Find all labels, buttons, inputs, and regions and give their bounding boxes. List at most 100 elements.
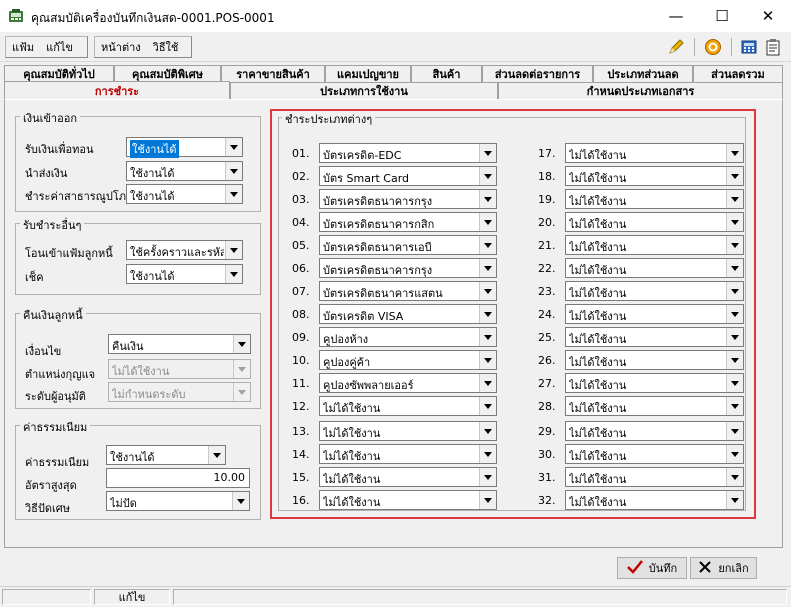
payment-type-select[interactable]: ไม่ได้ใช้งาน [565,421,744,441]
tab-product[interactable]: สินค้า [411,65,482,82]
tab-usage-type[interactable]: ประเภทการใช้งาน [230,82,498,100]
cheque-select[interactable]: ใช้งานได้ [126,264,243,284]
payment-type-select[interactable]: ไม่ได้ใช้งาน [565,396,744,416]
payment-type-value: ไม่ได้ใช้งาน [323,496,381,509]
payment-type-select[interactable]: ไม่ได้ใช้งาน [319,444,497,464]
payment-type-select[interactable]: ไม่ได้ใช้งาน [319,421,497,441]
payment-type-select[interactable]: คูปองซัพพลายเออร์ [319,373,497,393]
utility-payment-select[interactable]: ใช้งานได้ [126,184,243,204]
payment-type-number: 24. [538,308,556,321]
dropdown-arrow-icon [479,213,496,231]
pencil-icon[interactable] [665,37,687,57]
other-payment-group-title: รับชำระอื่นๆ [20,216,85,234]
remit-cash-label: นำส่งเงิน [25,167,68,180]
clipboard-icon[interactable] [762,37,784,57]
payment-type-select[interactable]: ไม่ได้ใช้งาน [565,490,744,510]
payment-type-number: 18. [538,170,556,183]
payment-type-select[interactable]: คูปองคู่ค้า [319,350,497,370]
payment-type-select[interactable]: ไม่ได้ใช้งาน [565,327,744,347]
rounding-label: วิธีปัดเศษ [25,502,71,515]
payment-type-select[interactable]: ไม่ได้ใช้งาน [565,189,744,209]
payment-type-number: 20. [538,216,556,229]
checkmark-icon [626,559,643,577]
payment-type-select[interactable]: ไม่ได้ใช้งาน [319,467,497,487]
payment-type-select[interactable]: ไม่ได้ใช้งาน [565,350,744,370]
payment-type-number: 17. [538,147,556,160]
payment-type-select[interactable]: ไม่ได้ใช้งาน [565,166,744,186]
payment-type-value: ไม่ได้ใช้งาน [323,427,381,440]
payment-type-select[interactable]: บัตรเครดิตธนาคารกรุง [319,258,497,278]
close-button[interactable]: ✕ [745,0,791,32]
deposit-for-change-select[interactable]: ใช้งานได้ [126,137,243,158]
cheque-label: เช็ค [25,271,44,284]
approver-level-select: ไม่กำหนดระดับ [108,382,251,402]
tab-campaign[interactable]: แคมเปญขาย [325,65,411,82]
dropdown-arrow-icon [726,213,743,231]
payment-type-select[interactable]: ไม่ได้ใช้งาน [565,281,744,301]
payment-type-select[interactable]: ไม่ได้ใช้งาน [565,304,744,324]
payment-type-select[interactable]: ไม่ได้ใช้งาน [565,373,744,393]
tab-sale-price[interactable]: ราคาขายสินค้า [221,65,325,82]
debtor-transfer-select[interactable]: ใช้ครั้งคราวและรหัสถูก [126,240,243,260]
tab-item-discount[interactable]: ส่วนลดต่อรายการ [482,65,593,82]
payment-type-number: 09. [292,331,310,344]
menu-edit[interactable]: แก้ไข [40,38,79,56]
save-button-label: บันทึก [648,562,678,575]
dropdown-arrow-icon [479,422,496,440]
save-button[interactable]: บันทึก [617,557,687,579]
dropdown-arrow-icon [225,241,242,259]
menu-window[interactable]: หน้าต่าง [95,38,147,56]
max-rate-input[interactable]: 10.00 [106,468,250,488]
payment-type-select[interactable]: บัตรเครดิตธนาคารแสตน [319,281,497,301]
remit-cash-select[interactable]: ใช้งานได้ [126,161,243,181]
payment-type-select[interactable]: บัตรเครดิตธนาคารเอบี [319,235,497,255]
payment-type-value: ไม่ได้ใช้งาน [323,473,381,486]
tab-total-discount[interactable]: ส่วนลดรวม [693,65,783,82]
payment-type-select[interactable]: บัตร Smart Card [319,166,497,186]
payment-type-select[interactable]: คูปองห้าง [319,327,497,347]
tab-special[interactable]: คุณสมบัติพิเศษ [114,65,221,82]
menu-help[interactable]: วิธีใช้ [147,38,185,56]
payment-type-number: 27. [538,377,556,390]
dropdown-arrow-icon [726,491,743,509]
payment-type-select[interactable]: ไม่ได้ใช้งาน [565,444,744,464]
payment-type-value: ไม่ได้ใช้งาน [323,450,381,463]
menu-file[interactable]: แฟ้ม [6,38,40,56]
payment-type-select[interactable]: บัตรเครดิตธนาคารกรุง [319,189,497,209]
tab-general[interactable]: คุณสมบัติทั่วไป [4,65,114,82]
dropdown-arrow-icon [726,468,743,486]
payment-type-select[interactable]: ไม่ได้ใช้งาน [565,143,744,163]
payment-type-value: บัตรเครดิตธนาคารกรุง [323,195,433,208]
refund-condition-select[interactable]: คืนเงิน [108,334,251,354]
rounding-select[interactable]: ไม่ปัด [106,491,250,511]
tab-discount-type[interactable]: ประเภทส่วนลด [593,65,693,82]
minimize-button[interactable]: — [653,0,699,32]
payment-type-select[interactable]: ไม่ได้ใช้งาน [565,235,744,255]
cancel-button[interactable]: ยกเลิก [690,557,757,579]
dropdown-arrow-icon [225,138,242,156]
maximize-button[interactable]: ☐ [699,0,745,32]
toolbar-divider [694,38,695,56]
target-icon[interactable] [702,37,724,57]
payment-type-select[interactable]: ไม่ได้ใช้งาน [565,258,744,278]
payment-type-select[interactable]: ไม่ได้ใช้งาน [565,212,744,232]
payment-type-select[interactable]: ไม่ได้ใช้งาน [319,490,497,510]
payment-type-select[interactable]: ไม่ได้ใช้งาน [319,396,497,416]
payment-type-number: 22. [538,262,556,275]
tab-document-type[interactable]: กำหนดประเภทเอกสาร [498,82,783,100]
payment-type-number: 07. [292,285,310,298]
fee-select[interactable]: ใช้งานได้ [106,445,226,465]
payment-type-select[interactable]: บัตรเครดิต VISA [319,304,497,324]
payment-type-select[interactable]: บัตรเครดิต-EDC [319,143,497,163]
calculator-icon[interactable] [738,37,760,57]
payment-type-number: 23. [538,285,556,298]
app-icon[interactable] [8,8,24,24]
dropdown-arrow-icon [479,468,496,486]
payment-type-select[interactable]: ไม่ได้ใช้งาน [565,467,744,487]
tab-payment[interactable]: การชำระ [4,81,230,100]
dropdown-arrow-icon [479,144,496,162]
payment-type-select[interactable]: บัตรเครดิตธนาคารกสิก [319,212,497,232]
dropdown-arrow-icon [726,351,743,369]
title-bar: คุณสมบัติเครื่องบันทึกเงินสด-0001.POS-00… [0,0,791,32]
payment-type-value: บัตรเครดิต-EDC [323,149,402,162]
